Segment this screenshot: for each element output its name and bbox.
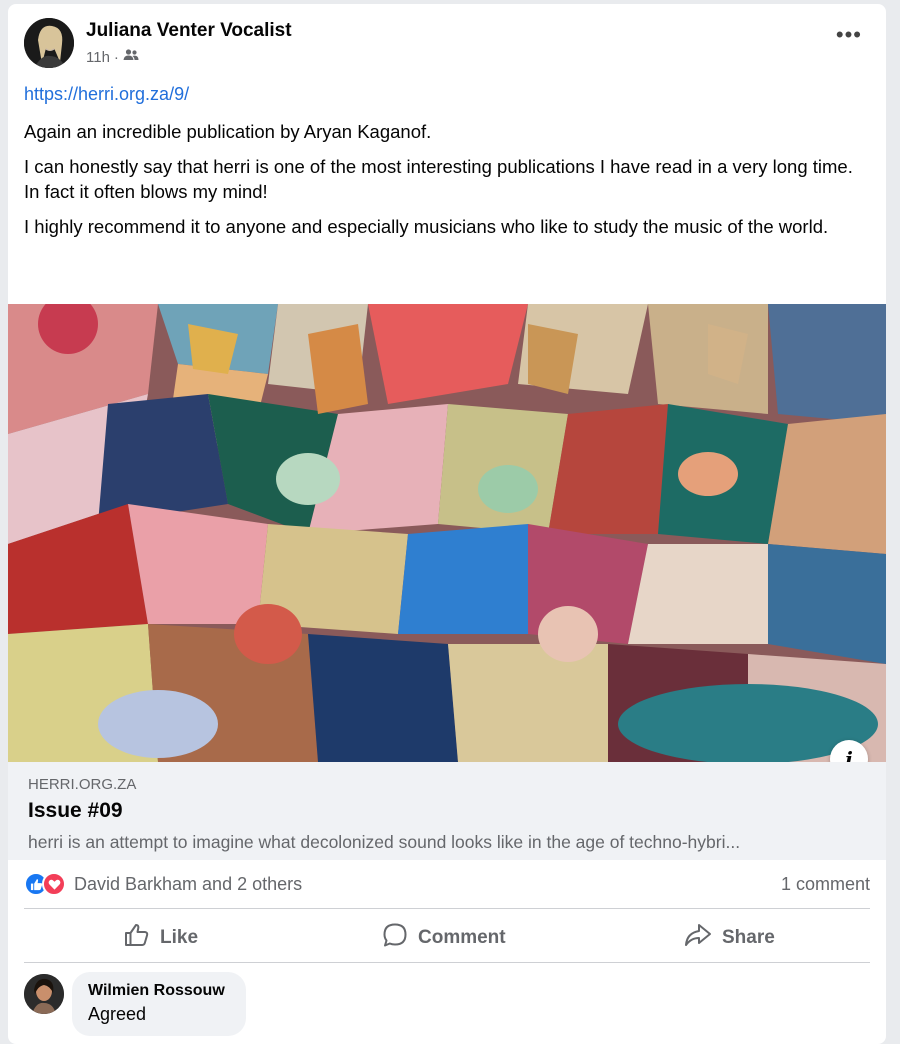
comments-count[interactable]: 1 comment <box>781 874 870 895</box>
like-button[interactable]: Like <box>124 918 198 958</box>
comment-button[interactable]: Comment <box>382 918 506 958</box>
comment-text: Agreed <box>88 1004 147 1024</box>
post-link[interactable]: https://herri.org.za/9/ <box>24 84 189 105</box>
post-paragraph: I can honestly say that herri is one of … <box>24 156 853 202</box>
comment-label: Comment <box>418 927 506 948</box>
like-label: Like <box>160 927 199 948</box>
thumbs-up-icon <box>124 923 150 953</box>
preview-title: Issue #09 <box>28 799 123 822</box>
commenter-name[interactable]: Wilmien Rossouw <box>88 982 230 1000</box>
link-preview[interactable]: HERRI.ORG.ZA Issue #09 herri is an attem… <box>8 762 886 860</box>
commenter-avatar[interactable] <box>24 974 64 1014</box>
comment-bubble[interactable]: Wilmien Rossouw Agreed <box>72 972 246 1036</box>
post-paragraph: I highly recommend it to anyone and espe… <box>24 216 829 237</box>
share-label: Share <box>722 927 775 948</box>
share-arrow-icon <box>684 923 712 953</box>
preview-domain: HERRI.ORG.ZA <box>28 776 137 793</box>
reaction-text[interactable]: David Barkham and 2 others <box>74 874 302 895</box>
friends-icon <box>123 48 139 66</box>
preview-description: herri is an attempt to imagine what deco… <box>28 832 741 852</box>
link-preview-image[interactable] <box>8 304 886 762</box>
love-icon <box>42 872 66 896</box>
post-body: Again an incredible publication by Aryan… <box>24 119 864 249</box>
divider <box>24 962 870 963</box>
share-button[interactable]: Share <box>684 918 775 958</box>
reaction-summary[interactable]: David Barkham and 2 others <box>24 872 302 896</box>
more-options-icon[interactable]: ••• <box>836 24 862 46</box>
post-card: Juliana Venter Vocalist 11h · ••• https:… <box>8 4 886 1044</box>
meta-separator: · <box>113 48 119 66</box>
post-paragraph: Again an incredible publication by Aryan… <box>24 121 432 142</box>
divider <box>24 908 870 909</box>
comment-bubble-icon <box>382 922 408 954</box>
post-meta: 11h · <box>86 48 139 66</box>
post-time[interactable]: 11h <box>86 49 110 66</box>
author-avatar[interactable] <box>24 18 74 68</box>
author-name[interactable]: Juliana Venter Vocalist <box>86 20 292 42</box>
